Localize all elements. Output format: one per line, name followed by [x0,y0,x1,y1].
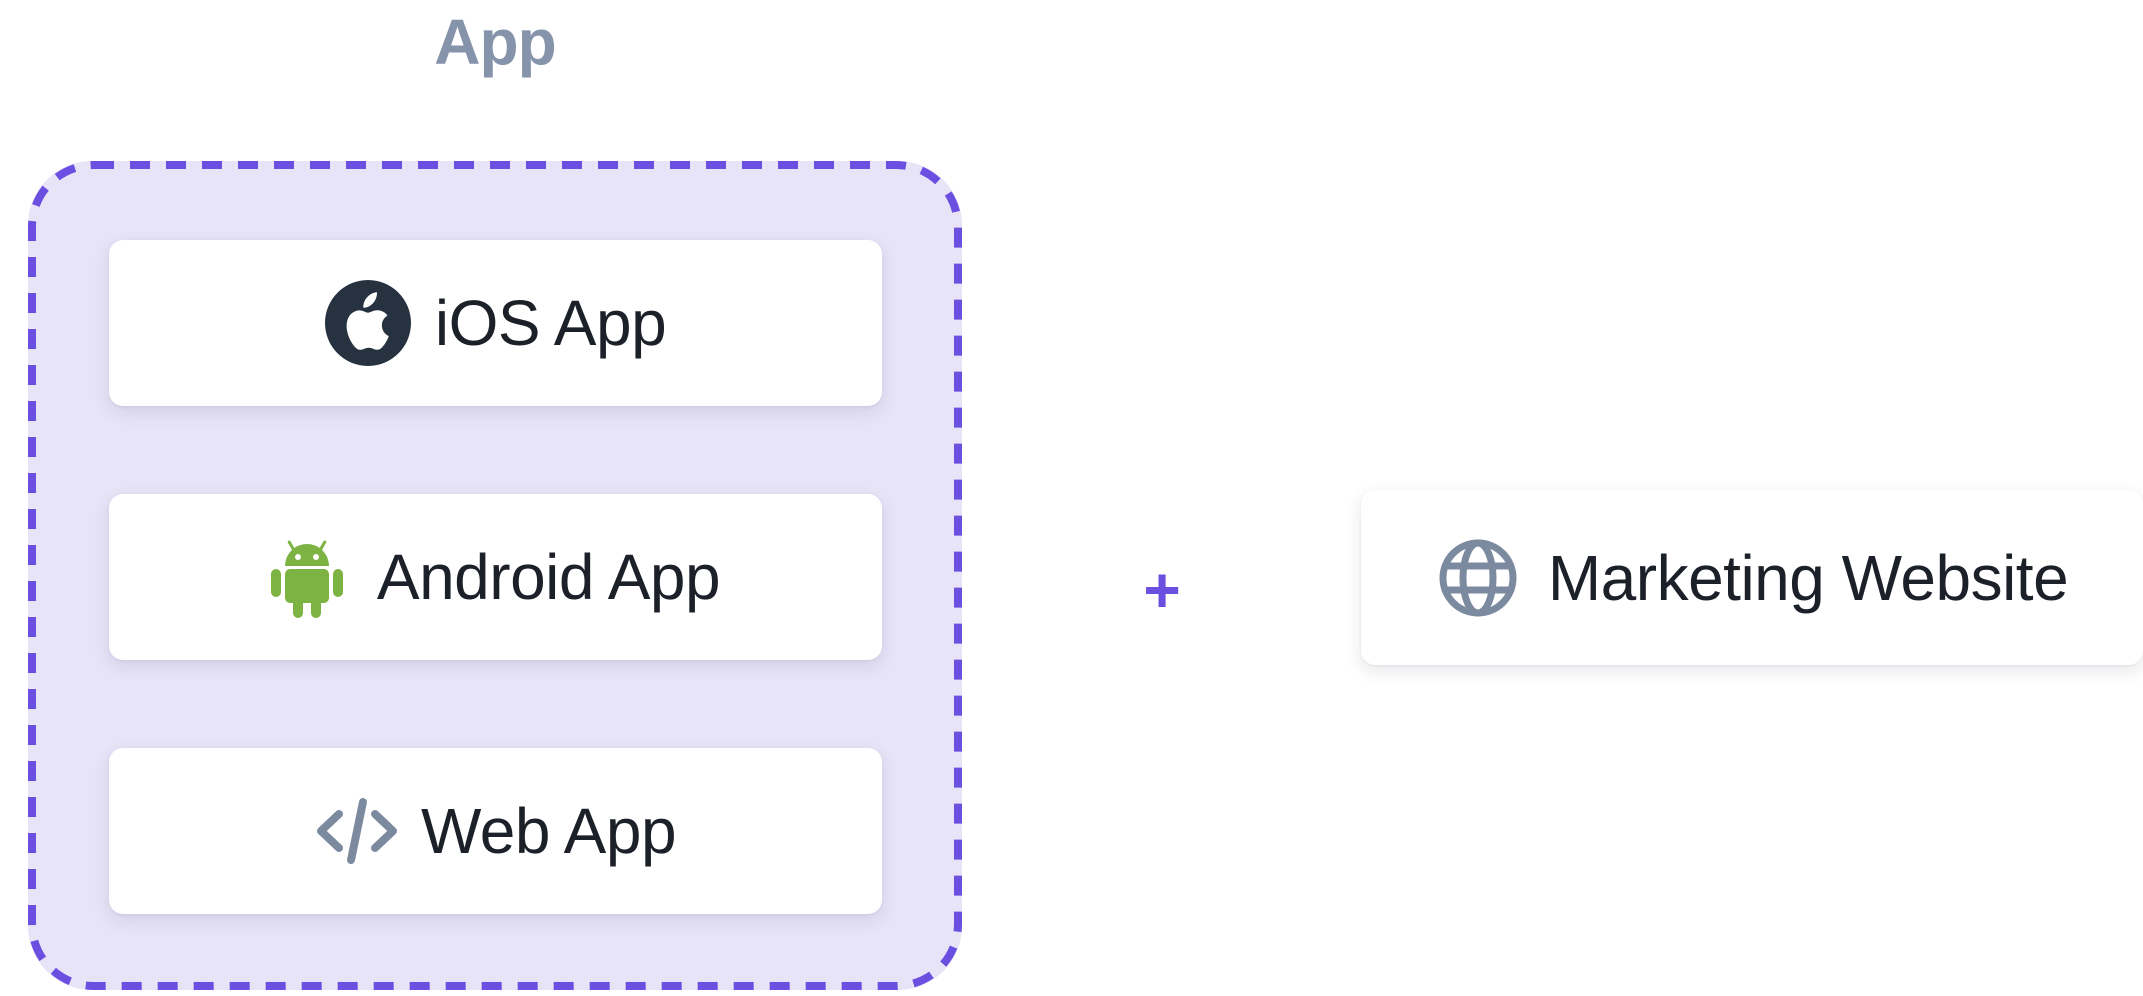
web-app-label: Web App [420,795,677,867]
android-app-label: Android App [376,541,721,613]
globe-icon [1436,535,1520,621]
marketing-website-card: Marketing Website [1361,490,2143,665]
ios-app-card: iOS App [109,240,882,406]
android-icon [270,534,343,620]
ios-app-label: iOS App [434,287,667,359]
code-icon [315,788,399,874]
group-title: App [434,6,556,78]
plus-connector: + [1143,554,1181,626]
web-app-card: Web App [109,748,882,914]
marketing-website-label: Marketing Website [1547,541,2069,614]
apple-icon [324,280,411,366]
android-app-card: Android App [109,494,882,660]
